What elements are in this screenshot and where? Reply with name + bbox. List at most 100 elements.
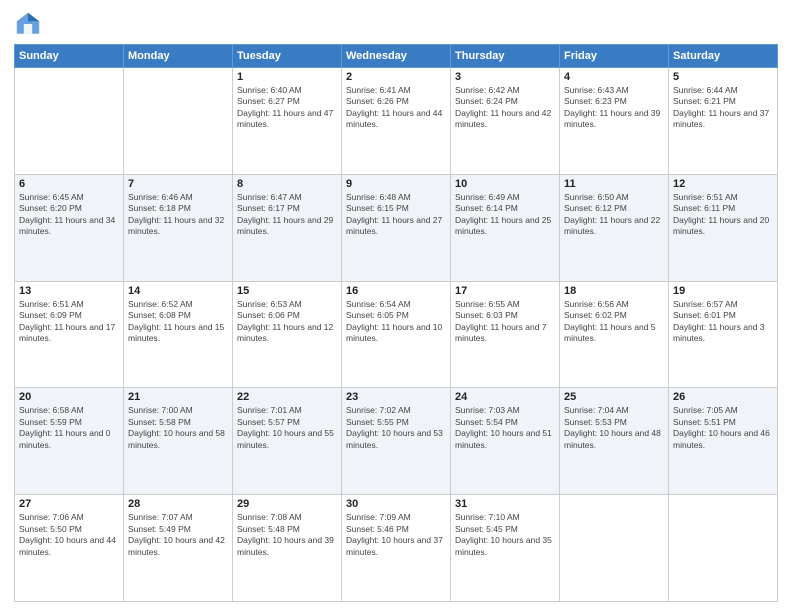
cell-info: Sunrise: 6:57 AMSunset: 6:01 PMDaylight:…: [673, 299, 773, 345]
cell-day-number: 30: [346, 498, 446, 510]
cell-info: Sunrise: 6:54 AMSunset: 6:05 PMDaylight:…: [346, 299, 446, 345]
cell-day-number: 24: [455, 391, 555, 403]
cell-info: Sunrise: 7:07 AMSunset: 5:49 PMDaylight:…: [128, 512, 228, 558]
cell-day-number: 21: [128, 391, 228, 403]
logo-icon: [14, 10, 42, 38]
col-header-friday: Friday: [560, 45, 669, 68]
calendar-cell: 15Sunrise: 6:53 AMSunset: 6:06 PMDayligh…: [233, 281, 342, 388]
cell-day-number: 18: [564, 285, 664, 297]
cell-day-number: 20: [19, 391, 119, 403]
calendar-cell: 2Sunrise: 6:41 AMSunset: 6:26 PMDaylight…: [342, 68, 451, 175]
calendar-cell: 13 Sunrise: 6:51 AMSunset: 6:09 PMDayligh…: [15, 281, 124, 388]
col-header-sunday: Sunday: [15, 45, 124, 68]
calendar-cell: 25 Sunrise: 7:04 AMSunset: 5:53 PMDayligh…: [560, 388, 669, 495]
week-row-4: 20 Sunrise: 6:58 AMSunset: 5:59 PMDayligh…: [15, 388, 778, 495]
col-header-saturday: Saturday: [669, 45, 778, 68]
cell-info: Sunrise: 6:41 AMSunset: 6:26 PMDaylight:…: [346, 85, 446, 131]
cell-day-number: 31: [455, 498, 555, 510]
cell-info: Sunrise: 7:09 AMSunset: 5:46 PMDaylight:…: [346, 512, 446, 558]
cell-day-number: 12: [673, 178, 773, 190]
calendar-header: SundayMondayTuesdayWednesdayThursdayFrid…: [15, 45, 778, 68]
cell-day-number: 8: [237, 178, 337, 190]
calendar-cell: 10 Sunrise: 6:49 AMSunset: 6:14 PMDayligh…: [451, 174, 560, 281]
col-header-thursday: Thursday: [451, 45, 560, 68]
calendar-cell: 31 Sunrise: 7:10 AMSunset: 5:45 PMDayligh…: [451, 495, 560, 602]
col-header-wednesday: Wednesday: [342, 45, 451, 68]
cell-info: Sunrise: 6:43 AMSunset: 6:23 PMDaylight:…: [564, 85, 664, 131]
cell-info: Sunrise: 6:58 AMSunset: 5:59 PMDaylight:…: [19, 405, 119, 451]
week-row-1: 1Sunrise: 6:40 AMSunset: 6:27 PMDaylight…: [15, 68, 778, 175]
cell-day-number: 14: [128, 285, 228, 297]
cell-day-number: 23: [346, 391, 446, 403]
cell-info: Sunrise: 6:51 AMSunset: 6:11 PMDaylight:…: [673, 192, 773, 238]
header-row: SundayMondayTuesdayWednesdayThursdayFrid…: [15, 45, 778, 68]
cell-day-number: 5: [673, 71, 773, 83]
calendar-cell: [15, 68, 124, 175]
calendar-cell: 1Sunrise: 6:40 AMSunset: 6:27 PMDaylight…: [233, 68, 342, 175]
calendar-cell: 28 Sunrise: 7:07 AMSunset: 5:49 PMDayligh…: [124, 495, 233, 602]
cell-info: Sunrise: 6:47 AMSunset: 6:17 PMDaylight:…: [237, 192, 337, 238]
calendar-cell: 27Sunrise: 7:06 AMSunset: 5:50 PMDayligh…: [15, 495, 124, 602]
cell-day-number: 29: [237, 498, 337, 510]
cell-info: Sunrise: 6:51 AMSunset: 6:09 PMDaylight:…: [19, 299, 119, 345]
cell-info: Sunrise: 7:02 AMSunset: 5:55 PMDaylight:…: [346, 405, 446, 451]
week-row-3: 13 Sunrise: 6:51 AMSunset: 6:09 PMDayligh…: [15, 281, 778, 388]
calendar-cell: [669, 495, 778, 602]
cell-info: Sunrise: 7:00 AMSunset: 5:58 PMDaylight:…: [128, 405, 228, 451]
cell-info: Sunrise: 6:48 AMSunset: 6:15 PMDaylight:…: [346, 192, 446, 238]
cell-info: Sunrise: 6:56 AMSunset: 6:02 PMDaylight:…: [564, 299, 664, 345]
cell-day-number: 11: [564, 178, 664, 190]
calendar-cell: 24Sunrise: 7:03 AMSunset: 5:54 PMDayligh…: [451, 388, 560, 495]
cell-day-number: 28: [128, 498, 228, 510]
calendar-body: 1Sunrise: 6:40 AMSunset: 6:27 PMDaylight…: [15, 68, 778, 602]
calendar-cell: 5 Sunrise: 6:44 AMSunset: 6:21 PMDaylight…: [669, 68, 778, 175]
cell-info: Sunrise: 6:55 AMSunset: 6:03 PMDaylight:…: [455, 299, 555, 345]
week-row-2: 6 Sunrise: 6:45 AMSunset: 6:20 PMDaylight…: [15, 174, 778, 281]
cell-info: Sunrise: 7:01 AMSunset: 5:57 PMDaylight:…: [237, 405, 337, 451]
calendar-cell: 23 Sunrise: 7:02 AMSunset: 5:55 PMDayligh…: [342, 388, 451, 495]
cell-info: Sunrise: 7:08 AMSunset: 5:48 PMDaylight:…: [237, 512, 337, 558]
calendar-cell: 21 Sunrise: 7:00 AMSunset: 5:58 PMDayligh…: [124, 388, 233, 495]
cell-info: Sunrise: 6:45 AMSunset: 6:20 PMDaylight:…: [19, 192, 119, 238]
cell-day-number: 10: [455, 178, 555, 190]
cell-info: Sunrise: 6:46 AMSunset: 6:18 PMDaylight:…: [128, 192, 228, 238]
cell-day-number: 6: [19, 178, 119, 190]
calendar-cell: 7Sunrise: 6:46 AMSunset: 6:18 PMDaylight…: [124, 174, 233, 281]
logo: [14, 10, 46, 38]
cell-day-number: 15: [237, 285, 337, 297]
calendar-cell: 30 Sunrise: 7:09 AMSunset: 5:46 PMDayligh…: [342, 495, 451, 602]
col-header-tuesday: Tuesday: [233, 45, 342, 68]
cell-day-number: 26: [673, 391, 773, 403]
cell-info: Sunrise: 6:50 AMSunset: 6:12 PMDaylight:…: [564, 192, 664, 238]
cell-day-number: 3: [455, 71, 555, 83]
calendar-cell: 14 Sunrise: 6:52 AMSunset: 6:08 PMDayligh…: [124, 281, 233, 388]
cell-info: Sunrise: 6:49 AMSunset: 6:14 PMDaylight:…: [455, 192, 555, 238]
calendar-table: SundayMondayTuesdayWednesdayThursdayFrid…: [14, 44, 778, 602]
cell-info: Sunrise: 7:05 AMSunset: 5:51 PMDaylight:…: [673, 405, 773, 451]
cell-info: Sunrise: 6:52 AMSunset: 6:08 PMDaylight:…: [128, 299, 228, 345]
cell-day-number: 13: [19, 285, 119, 297]
calendar-cell: 11 Sunrise: 6:50 AMSunset: 6:12 PMDayligh…: [560, 174, 669, 281]
cell-day-number: 16: [346, 285, 446, 297]
cell-info: Sunrise: 6:42 AMSunset: 6:24 PMDaylight:…: [455, 85, 555, 131]
cell-day-number: 27: [19, 498, 119, 510]
calendar-cell: 18 Sunrise: 6:56 AMSunset: 6:02 PMDayligh…: [560, 281, 669, 388]
calendar-cell: 19 Sunrise: 6:57 AMSunset: 6:01 PMDayligh…: [669, 281, 778, 388]
calendar-cell: 4Sunrise: 6:43 AMSunset: 6:23 PMDaylight…: [560, 68, 669, 175]
calendar-cell: 20 Sunrise: 6:58 AMSunset: 5:59 PMDayligh…: [15, 388, 124, 495]
cell-day-number: 1: [237, 71, 337, 83]
cell-day-number: 19: [673, 285, 773, 297]
cell-info: Sunrise: 7:10 AMSunset: 5:45 PMDaylight:…: [455, 512, 555, 558]
week-row-5: 27Sunrise: 7:06 AMSunset: 5:50 PMDayligh…: [15, 495, 778, 602]
calendar-cell: 17Sunrise: 6:55 AMSunset: 6:03 PMDayligh…: [451, 281, 560, 388]
cell-info: Sunrise: 7:04 AMSunset: 5:53 PMDaylight:…: [564, 405, 664, 451]
page: SundayMondayTuesdayWednesdayThursdayFrid…: [0, 0, 792, 612]
header: [14, 10, 778, 38]
calendar-cell: 9Sunrise: 6:48 AMSunset: 6:15 PMDaylight…: [342, 174, 451, 281]
cell-day-number: 25: [564, 391, 664, 403]
cell-info: Sunrise: 6:44 AMSunset: 6:21 PMDaylight:…: [673, 85, 773, 131]
calendar-cell: 16 Sunrise: 6:54 AMSunset: 6:05 PMDayligh…: [342, 281, 451, 388]
calendar-cell: 12 Sunrise: 6:51 AMSunset: 6:11 PMDayligh…: [669, 174, 778, 281]
calendar-cell: 26 Sunrise: 7:05 AMSunset: 5:51 PMDayligh…: [669, 388, 778, 495]
calendar-cell: [124, 68, 233, 175]
